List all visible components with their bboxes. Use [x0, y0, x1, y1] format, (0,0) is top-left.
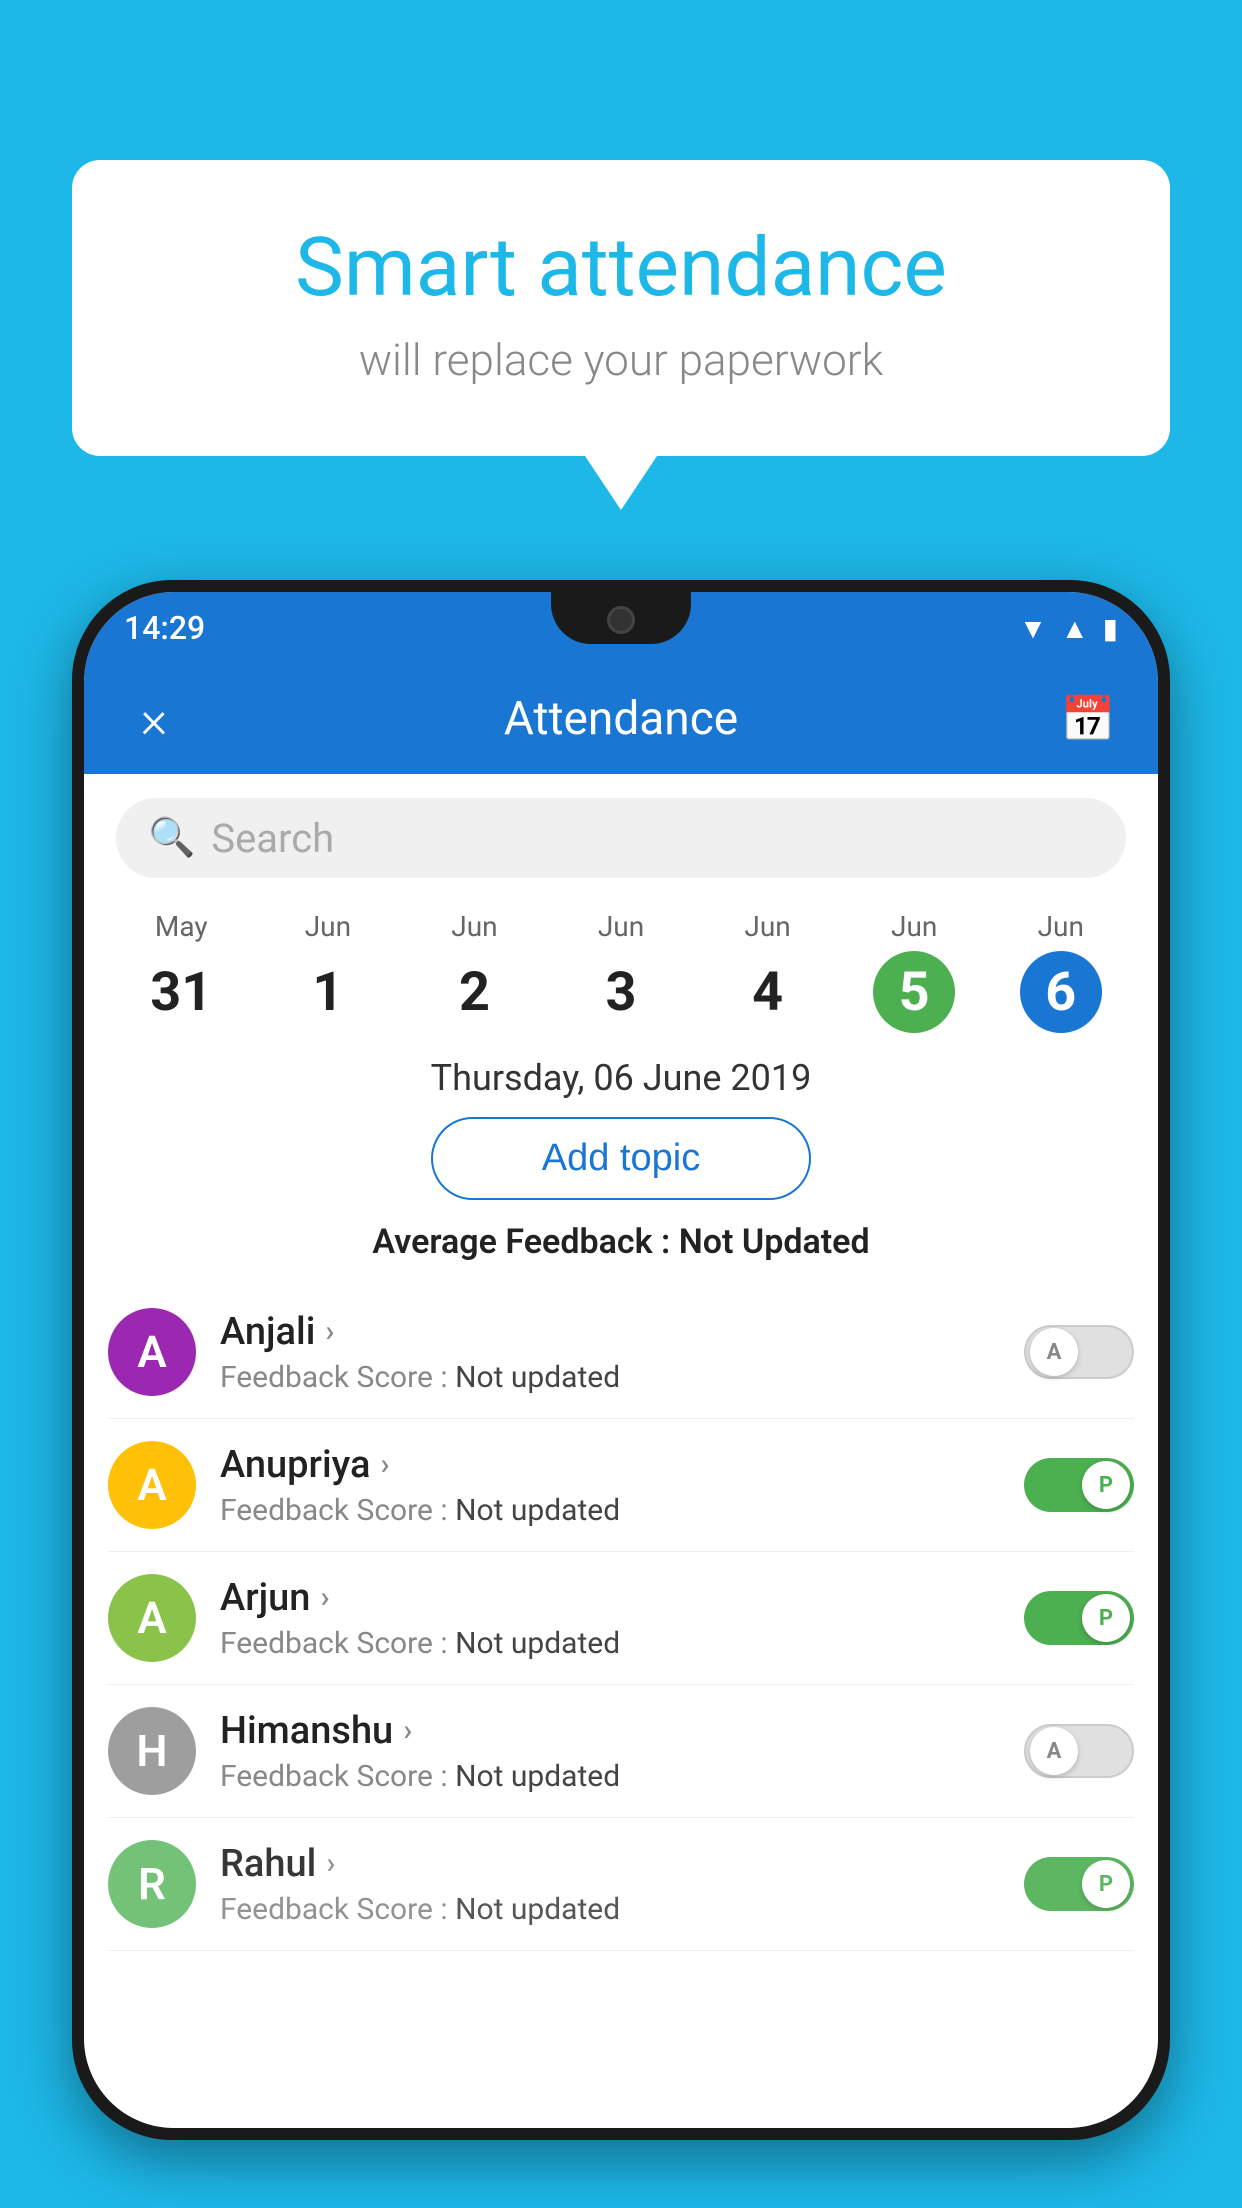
attendance-toggle[interactable]: A — [1024, 1724, 1134, 1778]
calendar-day-number: 6 — [1020, 951, 1102, 1033]
student-item: H Himanshu › Feedback Score : Not updated A — [108, 1685, 1134, 1818]
status-time: 14:29 — [124, 609, 205, 647]
calendar-day-month: Jun — [255, 910, 402, 943]
toggle-knob: P — [1082, 1594, 1130, 1642]
student-item: A Anjali › Feedback Score : Not updated A — [108, 1286, 1134, 1419]
student-avatar: A — [108, 1441, 196, 1529]
student-feedback-score: Feedback Score : Not updated — [220, 1360, 1000, 1395]
toggle-track[interactable]: P — [1024, 1458, 1134, 1512]
calendar-day-2[interactable]: Jun 2 — [401, 910, 548, 1033]
student-avatar: R — [108, 1840, 196, 1928]
notch-camera — [607, 606, 635, 634]
calendar-day-month: May — [108, 910, 255, 943]
student-info: Rahul › Feedback Score : Not updated — [220, 1842, 1000, 1927]
student-feedback-score: Feedback Score : Not updated — [220, 1759, 1000, 1794]
toggle-knob: A — [1030, 1727, 1078, 1775]
student-name[interactable]: Himanshu › — [220, 1709, 1000, 1753]
calendar-day-number: 2 — [433, 951, 515, 1033]
phone-inner: 14:29 ▼ ▲ ▮ × Attendance 📅 🔍 Search — [84, 592, 1158, 2128]
student-item: A Anupriya › Feedback Score : Not updated P — [108, 1419, 1134, 1552]
student-avatar: A — [108, 1574, 196, 1662]
attendance-toggle[interactable]: A — [1024, 1325, 1134, 1379]
search-icon: 🔍 — [148, 816, 195, 860]
battery-icon: ▮ — [1103, 612, 1118, 645]
wifi-icon: ▼ — [1019, 612, 1047, 645]
calendar-day-number: 1 — [287, 951, 369, 1033]
attendance-toggle[interactable]: P — [1024, 1458, 1134, 1512]
student-name[interactable]: Anjali › — [220, 1310, 1000, 1354]
student-feedback-score: Feedback Score : Not updated — [220, 1493, 1000, 1528]
calendar-day-5[interactable]: Jun 5 — [841, 910, 988, 1033]
speech-bubble: Smart attendance will replace your paper… — [72, 160, 1170, 456]
calendar-day-1[interactable]: Jun 1 — [255, 910, 402, 1033]
phone-notch — [551, 592, 691, 644]
calendar-day-31[interactable]: May 31 — [108, 910, 255, 1033]
student-chevron-icon: › — [403, 1713, 412, 1748]
toggle-knob: P — [1082, 1461, 1130, 1509]
attendance-toggle[interactable]: P — [1024, 1591, 1134, 1645]
student-info: Anupriya › Feedback Score : Not updated — [220, 1443, 1000, 1528]
status-icons: ▼ ▲ ▮ — [1019, 612, 1118, 645]
calendar-day-month: Jun — [694, 910, 841, 943]
student-name[interactable]: Rahul › — [220, 1842, 1000, 1886]
student-feedback-score: Feedback Score : Not updated — [220, 1626, 1000, 1661]
selected-date: Thursday, 06 June 2019 — [84, 1057, 1158, 1099]
toggle-track[interactable]: P — [1024, 1857, 1134, 1911]
speech-bubble-title: Smart attendance — [152, 220, 1090, 316]
student-info: Arjun › Feedback Score : Not updated — [220, 1576, 1000, 1661]
speech-bubble-subtitle: will replace your paperwork — [152, 334, 1090, 386]
average-feedback-value: Not Updated — [679, 1222, 870, 1262]
student-chevron-icon: › — [320, 1580, 329, 1615]
calendar-strip: May 31 Jun 1 Jun 2 Jun 3 Jun 4 Jun 5 Jun 6 — [84, 894, 1158, 1033]
student-name[interactable]: Anupriya › — [220, 1443, 1000, 1487]
toggle-knob: A — [1030, 1328, 1078, 1376]
average-feedback: Average Feedback : Not Updated — [84, 1222, 1158, 1262]
toggle-track[interactable]: A — [1024, 1724, 1134, 1778]
app-content: 🔍 Search May 31 Jun 1 Jun 2 Jun 3 Jun 4 Jun 5 Jun 6 T… — [84, 774, 1158, 2128]
calendar-day-month: Jun — [841, 910, 988, 943]
student-name[interactable]: Arjun › — [220, 1576, 1000, 1620]
student-info: Anjali › Feedback Score : Not updated — [220, 1310, 1000, 1395]
add-topic-button[interactable]: Add topic — [431, 1117, 811, 1200]
calendar-day-month: Jun — [987, 910, 1134, 943]
student-item: R Rahul › Feedback Score : Not updated P — [108, 1818, 1134, 1951]
calendar-day-3[interactable]: Jun 3 — [548, 910, 695, 1033]
toggle-track[interactable]: A — [1024, 1325, 1134, 1379]
student-avatar: A — [108, 1308, 196, 1396]
app-bar: × Attendance 📅 — [84, 664, 1158, 774]
calendar-day-6[interactable]: Jun 6 — [987, 910, 1134, 1033]
search-bar[interactable]: 🔍 Search — [116, 798, 1126, 878]
average-feedback-label: Average Feedback : — [372, 1222, 678, 1262]
toggle-track[interactable]: P — [1024, 1591, 1134, 1645]
toggle-knob: P — [1082, 1860, 1130, 1908]
calendar-icon[interactable]: 📅 — [1058, 693, 1118, 745]
close-button[interactable]: × — [124, 689, 184, 750]
student-item: A Arjun › Feedback Score : Not updated P — [108, 1552, 1134, 1685]
app-bar-title: Attendance — [184, 692, 1058, 746]
student-list: AAnjali ›Feedback Score : Not updatedAAA… — [84, 1286, 1158, 1951]
calendar-day-number: 31 — [140, 951, 222, 1033]
calendar-day-number: 5 — [873, 951, 955, 1033]
phone-frame: 14:29 ▼ ▲ ▮ × Attendance 📅 🔍 Search — [72, 580, 1170, 2140]
calendar-day-4[interactable]: Jun 4 — [694, 910, 841, 1033]
student-chevron-icon: › — [325, 1314, 334, 1349]
phone-container: 14:29 ▼ ▲ ▮ × Attendance 📅 🔍 Search — [72, 580, 1170, 2208]
search-input[interactable]: Search — [211, 815, 334, 862]
calendar-day-month: Jun — [548, 910, 695, 943]
student-avatar: H — [108, 1707, 196, 1795]
calendar-day-month: Jun — [401, 910, 548, 943]
attendance-toggle[interactable]: P — [1024, 1857, 1134, 1911]
student-info: Himanshu › Feedback Score : Not updated — [220, 1709, 1000, 1794]
calendar-day-number: 3 — [580, 951, 662, 1033]
calendar-day-number: 4 — [727, 951, 809, 1033]
student-feedback-score: Feedback Score : Not updated — [220, 1892, 1000, 1927]
student-chevron-icon: › — [326, 1846, 335, 1881]
signal-icon: ▲ — [1061, 612, 1089, 645]
student-chevron-icon: › — [380, 1447, 389, 1482]
